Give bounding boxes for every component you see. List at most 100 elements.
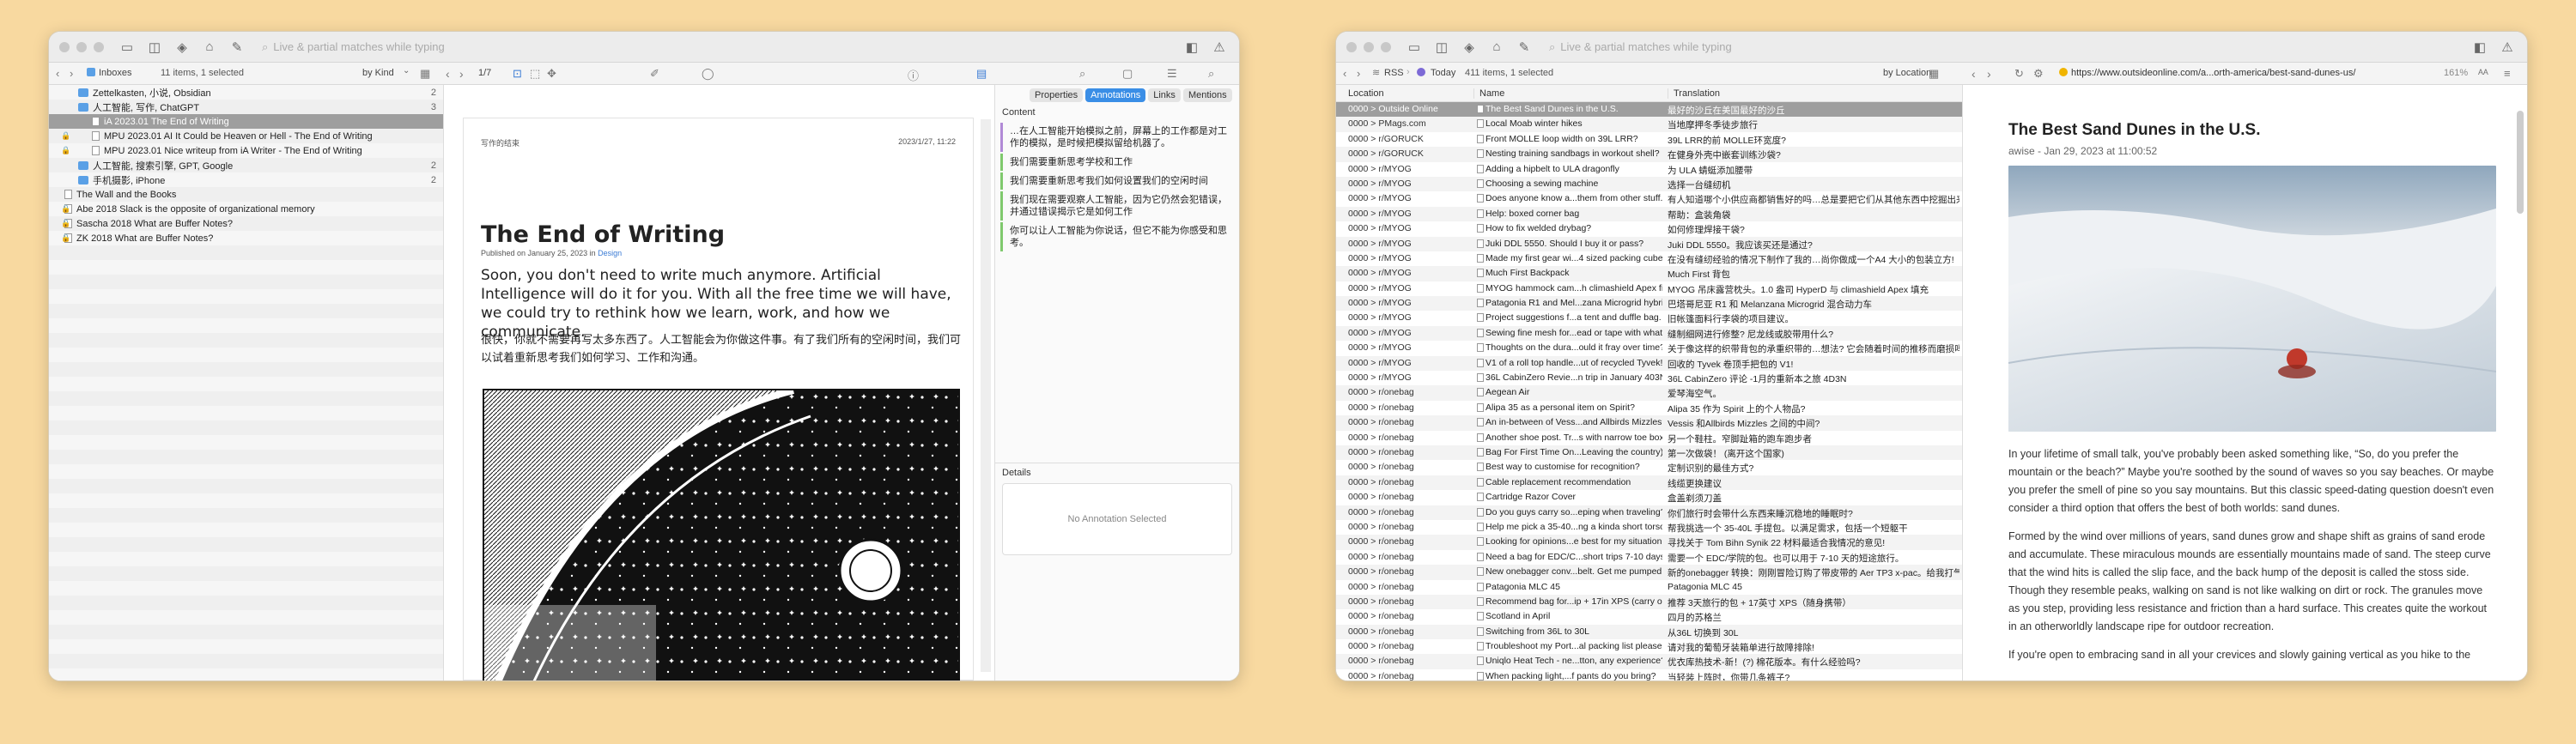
table-row[interactable]: 0000 > r/onebag Scotland in April 四月的苏格兰: [1336, 609, 1962, 624]
database-icon[interactable]: ◫: [145, 39, 164, 55]
table-row[interactable]: 0000 > r/onebag Bag For First Time On...L…: [1336, 445, 1962, 461]
browser-back-icon[interactable]: ‹: [1971, 67, 1976, 81]
traffic-lights[interactable]: [59, 41, 104, 52]
breadcrumb-today[interactable]: Today: [1431, 68, 1455, 78]
table-row[interactable]: 0000 > r/onebag Aegean Air 爱琴海空气。: [1336, 385, 1962, 401]
scrollbar[interactable]: [981, 119, 991, 672]
tab-annotations[interactable]: Annotations: [1085, 88, 1146, 102]
inspector-search-icon[interactable]: ⌕: [1079, 67, 1085, 81]
inspector-toggle-icon[interactable]: ◧: [2470, 39, 2489, 55]
zoom-icon[interactable]: ⌕: [1208, 67, 1214, 81]
layers-icon[interactable]: ◈: [173, 39, 191, 55]
col-name[interactable]: Name: [1473, 88, 1504, 99]
table-row[interactable]: 0000 > r/onebag Recommend bag for...ip + …: [1336, 594, 1962, 610]
prev-page-icon[interactable]: ‹: [446, 67, 450, 81]
annotation-highlight[interactable]: 我们需要重新思考学校和工作: [1000, 154, 1234, 171]
table-row[interactable]: 0000 > r/onebag Cable replacement recomme…: [1336, 475, 1962, 491]
sidebar-item[interactable]: 🔒 MPU 2023.01 Nice writeup from iA Writer…: [49, 143, 443, 158]
settings-icon[interactable]: ⚙: [2033, 67, 2044, 81]
table-row[interactable]: 0000 > r/MYOG Made my first gear wi...4 s…: [1336, 251, 1962, 266]
table-row[interactable]: 0000 > r/MYOG 36L CabinZero Revie...n tri…: [1336, 371, 1962, 385]
search-field[interactable]: ⌕ Live & partial matches while typing: [255, 38, 1174, 57]
database-icon[interactable]: ◫: [1432, 39, 1451, 55]
sort-chevron-icon[interactable]: ⌄: [403, 66, 410, 76]
browser-forward-icon[interactable]: ›: [1987, 67, 1991, 81]
view-toggle-icon[interactable]: ▦: [1929, 67, 1939, 81]
table-row[interactable]: 0000 > r/GORUCK Front MOLLE loop width on…: [1336, 132, 1962, 147]
select-tool-icon[interactable]: ⬚: [530, 67, 540, 81]
warning-icon[interactable]: ⚠: [2498, 39, 2517, 55]
url-field[interactable]: https://www.outsideonline.com/a...orth-a…: [2071, 68, 2355, 78]
compose-icon[interactable]: ✎: [1515, 39, 1534, 55]
traffic-lights[interactable]: [1346, 41, 1391, 52]
table-row[interactable]: 0000 > r/onebag Help me pick a 35-40...ng…: [1336, 520, 1962, 535]
table-row[interactable]: 0000 > PMags.com Local Moab winter hikes 当…: [1336, 117, 1962, 132]
list-icon[interactable]: ☰: [1167, 67, 1177, 81]
tab-mentions[interactable]: Mentions: [1182, 88, 1232, 102]
table-row[interactable]: 0000 > r/onebag When packing light,...f p…: [1336, 669, 1962, 680]
table-row[interactable]: 0000 > r/onebag Switching from 36L to 30L…: [1336, 624, 1962, 640]
table-row[interactable]: 0000 > r/onebag Do you guys carry so...ep…: [1336, 505, 1962, 520]
sidebar-item[interactable]: 人工智能, 写作, ChatGPT 3: [49, 100, 443, 114]
table-row[interactable]: 0000 > r/MYOG Thoughts on the dura...ould…: [1336, 341, 1962, 355]
zoom-level[interactable]: 161%: [2444, 68, 2468, 78]
sort-dropdown[interactable]: by Kind: [362, 68, 394, 78]
annotation-highlight[interactable]: …在人工智能开始模拟之前，屏幕上的工作都是对工作的模拟，是时候把模拟留给机器了。: [1000, 123, 1234, 152]
sidebar-toggle-icon[interactable]: ▭: [1405, 39, 1424, 55]
sidebar-item[interactable]: 🔒 ZK 2018 What are Buffer Notes?: [49, 231, 443, 245]
breadcrumb-rss[interactable]: RSS: [1384, 68, 1404, 78]
table-row[interactable]: 0000 > r/MYOG MYOG hammock cam...h climas…: [1336, 281, 1962, 296]
forward-icon[interactable]: ›: [70, 67, 73, 80]
layers-icon[interactable]: ◈: [1460, 39, 1479, 55]
search-field[interactable]: ⌕ Live & partial matches while typing: [1542, 38, 2462, 57]
tab-links[interactable]: Links: [1148, 88, 1181, 102]
sort-dropdown[interactable]: by Location: [1883, 68, 1931, 78]
next-page-icon[interactable]: ›: [459, 67, 464, 81]
tag-icon[interactable]: ⌂: [200, 39, 219, 55]
table-row[interactable]: 0000 > r/MYOG How to fix welded drybag? 如何…: [1336, 221, 1962, 236]
table-row[interactable]: 0000 > r/MYOG Much First Backpack Much Fir…: [1336, 266, 1962, 281]
reload-icon[interactable]: ↻: [2014, 67, 2024, 81]
table-row[interactable]: 0000 > r/onebag Uniqlo Heat Tech - ne...t…: [1336, 654, 1962, 669]
annotations-icon[interactable]: ▤: [976, 67, 987, 81]
tag-icon[interactable]: ⌂: [1487, 39, 1506, 55]
table-row[interactable]: 0000 > r/MYOG Patagonia R1 and Mel...zana…: [1336, 296, 1962, 312]
table-row[interactable]: 0000 > r/onebag Need a bag for EDC/C...sh…: [1336, 550, 1962, 565]
annotation-highlight[interactable]: 我们现在需要观察人工智能，因为它仍然会犯错误，并通过错误揭示它是如何工作: [1000, 191, 1234, 221]
back-icon[interactable]: ‹: [1343, 67, 1346, 80]
table-row[interactable]: 0000 > r/onebag An in-between of Vess...a…: [1336, 415, 1962, 431]
table-row[interactable]: 0000 > r/GORUCK Nesting training sandbags…: [1336, 147, 1962, 162]
table-row[interactable]: 0000 > r/MYOG Adding a hipbelt to ULA dra…: [1336, 162, 1962, 177]
shape-tool-icon[interactable]: ◯: [702, 67, 714, 81]
sidebar-item[interactable]: 🔒 Abe 2018 Slack is the opposite of organ…: [49, 202, 443, 216]
col-translation[interactable]: Translation: [1668, 88, 1720, 99]
inspector-toggle-icon[interactable]: ◧: [1182, 39, 1201, 55]
back-icon[interactable]: ‹: [56, 67, 59, 80]
col-location[interactable]: Location: [1348, 88, 1384, 99]
breadcrumb[interactable]: Inboxes: [99, 68, 132, 78]
annotation-highlight[interactable]: 我们需要重新思考我们如何设置我们的空闲时间: [1000, 172, 1234, 190]
sidebar-item[interactable]: Zettelkasten, 小说, Obsidian 2: [49, 85, 443, 100]
table-row[interactable]: 0000 > r/onebag Alipa 35 as a personal it…: [1336, 401, 1962, 415]
comment-icon[interactable]: ▢: [1122, 67, 1133, 81]
highlight-tool-icon[interactable]: ✐: [650, 67, 659, 81]
sidebar-item[interactable]: iA 2023.01 The End of Writing: [49, 114, 443, 129]
table-row[interactable]: 0000 > Outside Online The Best Sand Dunes…: [1336, 102, 1962, 118]
reader-icon[interactable]: ᴬᴬ: [2478, 67, 2488, 80]
text-tool-icon[interactable]: ⊡: [513, 67, 522, 81]
view-toggle-icon[interactable]: ▦: [420, 67, 430, 81]
sidebar-item[interactable]: 手机摄影, iPhone 2: [49, 172, 443, 187]
table-row[interactable]: 0000 > r/onebag Troubleshoot my Port...al…: [1336, 639, 1962, 654]
table-row[interactable]: 0000 > r/onebag Best way to customise for…: [1336, 460, 1962, 475]
table-row[interactable]: 0000 > r/onebag Patagonia MLC 45 Patagonia…: [1336, 580, 1962, 595]
table-row[interactable]: 0000 > r/onebag Cartridge Razor Cover 盒盖剃须…: [1336, 490, 1962, 505]
sidebar-item[interactable]: The Wall and the Books: [49, 187, 443, 202]
table-row[interactable]: 0000 > r/MYOG Juki DDL 5550. Should I buy…: [1336, 236, 1962, 251]
table-row[interactable]: 0000 > r/onebag New onebagger conv...belt…: [1336, 565, 1962, 580]
table-row[interactable]: 0000 > r/MYOG V1 of a roll top handle...u…: [1336, 355, 1962, 372]
inspector-info-icon[interactable]: ⓘ: [908, 67, 919, 83]
category-link[interactable]: Design: [598, 249, 622, 257]
move-tool-icon[interactable]: ✥: [547, 67, 556, 81]
forward-icon[interactable]: ›: [1357, 67, 1360, 80]
compose-icon[interactable]: ✎: [228, 39, 246, 55]
